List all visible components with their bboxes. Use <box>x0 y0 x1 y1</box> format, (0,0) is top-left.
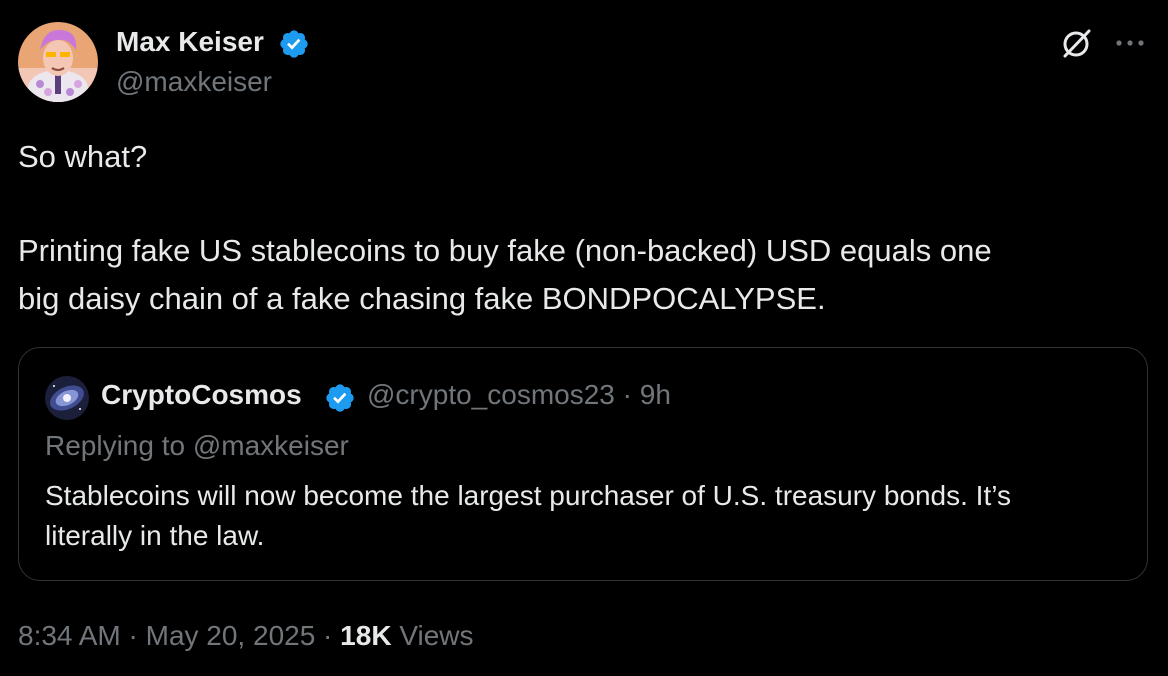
author-display-name[interactable]: Max Keiser <box>116 26 264 58</box>
replying-to-label: Replying to @maxkeiser <box>45 430 349 461</box>
author-avatar[interactable] <box>18 22 98 102</box>
quoted-tweet-card[interactable]: CryptoCosmos @crypto_cosmos23 · 9h Reply… <box>18 347 1148 581</box>
tweet-text-line: So what? <box>18 139 148 174</box>
quoted-text-line: literally in the law. <box>45 520 265 551</box>
views-count[interactable]: 18K <box>340 620 391 651</box>
timestamp[interactable]: 8:34 AM · May 20, 2025 · <box>18 620 340 651</box>
views-label: Views <box>391 620 474 651</box>
quoted-text-line: Stablecoins will now become the largest … <box>45 480 1011 511</box>
quoted-handle-and-time[interactable]: @crypto_cosmos23 · 9h <box>367 379 671 411</box>
tweet-footer: 8:34 AM · May 20, 2025 · 18K Views <box>18 620 474 652</box>
tweet-text-line: Printing fake US stablecoins to buy fake… <box>18 233 992 268</box>
quoted-author-avatar[interactable] <box>45 376 89 420</box>
tweet-card: Max Keiser @maxkeiser So what? Printing … <box>0 0 1168 676</box>
quoted-author-display-name[interactable]: CryptoCosmos <box>101 379 302 411</box>
grok-icon[interactable] <box>1060 26 1094 60</box>
author-handle[interactable]: @maxkeiser <box>116 66 272 98</box>
galaxy-avatar-image <box>45 376 89 420</box>
avatar-image <box>18 22 98 102</box>
more-options-icon[interactable] <box>1113 36 1147 50</box>
verified-badge-icon <box>324 382 356 414</box>
verified-badge-icon <box>278 28 310 60</box>
tweet-text-line: big daisy chain of a fake chasing fake B… <box>18 281 826 316</box>
